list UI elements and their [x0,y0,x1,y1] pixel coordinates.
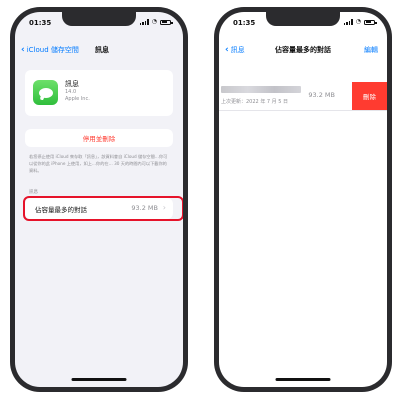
nav-bar: ‹ 訊息 佔容量最多的對話 編輯 [219,42,387,58]
disable-and-delete-label: 停用並刪除 [82,135,116,143]
conversation-date: 上次更新：2022 年 7 月 5 日 [221,99,289,105]
page-title: 佔容量最多的對話 [275,46,331,54]
home-indicator [275,378,331,381]
conversation-size: 93.2 MB [308,91,335,99]
messages-app-icon [33,80,58,105]
app-info-card: 訊息 14.0 Apple Inc. [25,70,173,116]
app-developer: Apple Inc. [65,96,90,102]
signal-icon [343,19,353,25]
status-time: 01:35 [29,19,52,27]
right-screen: 01:35 ◔ ‹ 訊息 佔容量最多的對話 編輯 上次更新：2022 年 7 月… [219,12,387,387]
app-name: 訊息 [65,80,79,88]
battery-icon [364,19,377,25]
wifi-icon: ◔ [151,18,157,25]
description-text: 若您停止使用 iCloud 來存取「訊息」，該資料會自 iCloud 儲存空間…… [29,154,168,173]
battery-icon [160,19,173,25]
edit-button[interactable]: 編輯 [364,45,378,55]
conversation-row[interactable]: 上次更新：2022 年 7 月 5 日 93.2 MB 刪除 [219,82,387,111]
nav-bar: ‹ iCloud 儲存空間 訊息 [15,42,183,58]
back-label: iCloud 儲存空間 [26,46,79,54]
home-indicator [71,378,127,381]
left-screen: 01:35 ◔ ‹ iCloud 儲存空間 訊息 訊息 14.0 Apple I… [15,12,183,387]
chevron-left-icon: ‹ [21,44,25,55]
signal-icon [139,19,149,25]
delete-button[interactable]: 刪除 [352,82,387,110]
right-phone: 01:35 ◔ ‹ 訊息 佔容量最多的對話 編輯 上次更新：2022 年 7 月… [214,7,392,392]
notch [266,12,340,26]
disable-and-delete-button[interactable]: 停用並刪除 [25,129,173,147]
wifi-icon: ◔ [355,18,361,25]
highlight-box [23,196,183,221]
status-icons: ◔ [139,18,173,25]
app-version: 14.0 [65,89,77,95]
page-title: 訊息 [95,46,109,54]
notch [62,12,136,26]
status-icons: ◔ [343,18,377,25]
left-phone: 01:35 ◔ ‹ iCloud 儲存空間 訊息 訊息 14.0 Apple I… [10,7,188,392]
status-time: 01:35 [233,19,256,27]
back-button[interactable]: ‹ iCloud 儲存空間 [21,45,79,55]
section-header: 訊息 [29,190,38,195]
conversation-name-blurred [221,86,301,93]
